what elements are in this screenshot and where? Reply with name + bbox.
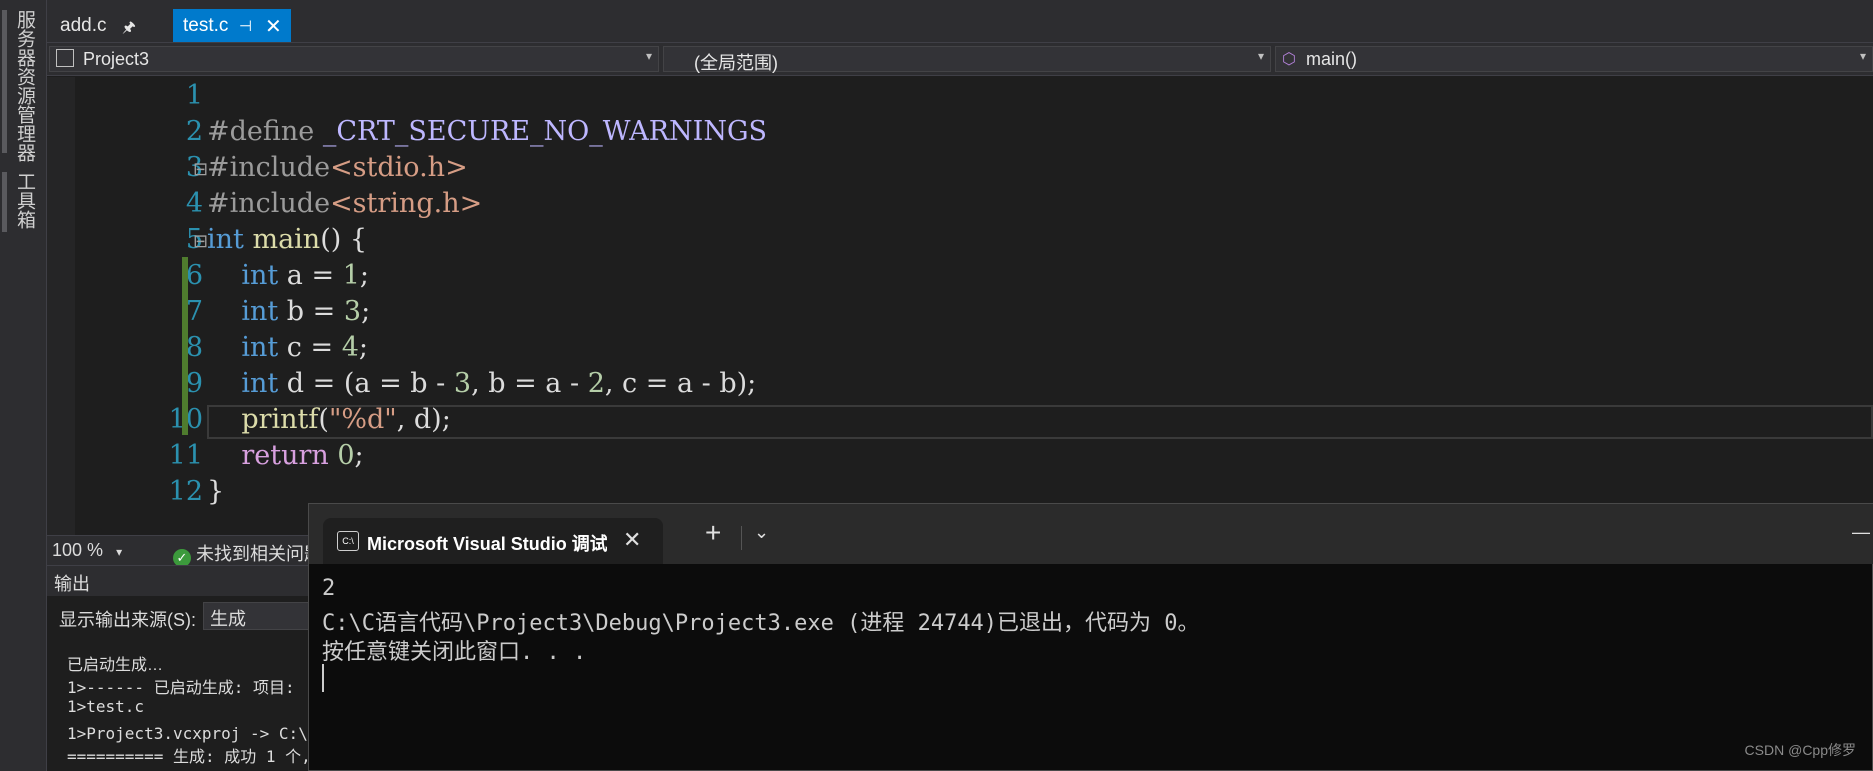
chevron-down-icon: ▾ [116,545,123,559]
console-tab[interactable]: C:\ Microsoft Visual Studio 调试控 ✕ [323,518,663,564]
output-line: 1>------ 已启动生成: 项目: [67,678,295,697]
document-tab-bar: add.c 🖈 test.c ⊣ ✕ [47,0,1873,42]
issues-status[interactable]: ✓ 未找到相关问题 [173,540,322,567]
line-number: 2 [185,116,203,147]
chevron-down-icon: ▾ [1257,49,1264,63]
terminal-icon: C:\ [337,531,359,551]
code-line-9: int d = (a = b - 3, b = a - 2, c = a - b… [241,368,757,399]
project-name: Project3 [83,49,150,69]
code-line-10: printf("%d", d); [241,404,451,435]
line-number: 8 [185,332,203,363]
output-title: 输出 [54,574,90,594]
code-line-5: int main() { [207,224,368,255]
new-tab-button[interactable]: + [705,517,721,549]
output-line: 1>test.c [67,697,145,716]
console-output-line: 按任意键关闭此窗口. . . [322,640,587,665]
current-line-highlight [207,405,1873,439]
toolbox-tab[interactable]: 工具箱 [12,172,38,229]
zoom-dropdown[interactable]: 100 % ▾ [52,540,122,561]
close-icon[interactable]: ✕ [623,527,641,553]
line-number: 7 [185,296,203,327]
tab-label: test.c [183,15,229,36]
tab-divider [741,526,742,550]
chevron-down-icon: ▾ [1859,49,1866,63]
output-line: ========== 生成: 成功 1 个, [67,747,311,766]
code-editor[interactable]: 1 2 3 4 5 6 7 8 9 10 11 12 ⊟ ⊟ #define _… [47,77,1873,535]
issues-text: 未找到相关问题 [196,544,323,564]
left-tool-strip: 服务器资源管理器 工具箱 [0,0,47,771]
change-indicator [182,257,188,435]
chevron-down-icon: ▾ [645,49,652,63]
line-number: 10 [107,404,203,435]
member-value: main() [1306,49,1358,69]
line-number: 3 [185,152,203,183]
console-cursor [322,664,324,692]
tab-add-c[interactable]: add.c 🖈 [50,9,170,42]
editor-margin [47,77,75,535]
scope-dropdown[interactable]: (全局范围) ▾ [663,46,1271,73]
server-explorer-indicator [2,10,7,153]
output-source-label: 显示输出来源(S): [59,610,196,630]
output-line: 1>Project3.vcxproj -> C:\C语 [67,724,334,743]
line-number: 4 [185,188,203,219]
navigation-bar: Project3 ▾ (全局范围) ▾ ⬡ main() ▾ [47,42,1873,76]
console-output-line: C:\C语言代码\Project3\Debug\Project3.exe (进程… [322,611,1200,636]
line-number: 12 [168,476,203,507]
line-number: 5 [185,224,203,255]
pin-icon[interactable]: ⊣ [239,17,252,35]
minimize-icon[interactable]: — [1852,522,1870,543]
code-line-2: #define _CRT_SECURE_NO_WARNINGS [207,116,768,147]
code-line-6: int a = 1; [241,260,369,291]
fold-icon[interactable]: ⊟ [193,159,208,180]
tab-test-c[interactable]: test.c ⊣ ✕ [173,9,291,42]
output-source-dropdown[interactable]: 生成 [203,602,313,630]
debug-console-window[interactable]: C:\ Microsoft Visual Studio 调试控 ✕ + ⌄ — … [308,503,1873,771]
chevron-down-icon[interactable]: ⌄ [754,522,769,543]
code-line-12: } [207,476,225,507]
line-number: 6 [185,260,203,291]
scope-value: (全局范围) [694,53,778,73]
code-line-4: #include<string.h> [207,188,483,219]
project-icon [56,49,74,67]
code-line-3: #include<stdio.h> [207,152,468,183]
console-output-line: 2 [322,576,336,601]
output-line: 已启动生成… [67,657,164,674]
code-line-7: int b = 3; [241,296,371,327]
line-number: 1 [185,80,203,111]
fold-icon[interactable]: ⊟ [193,231,208,252]
server-explorer-tab[interactable]: 服务器资源管理器 [12,10,38,162]
console-tab-title: Microsoft Visual Studio 调试控 [367,534,607,554]
watermark: CSDN @Cpp修罗 [1744,742,1856,758]
code-line-8: int c = 4; [241,332,369,363]
member-dropdown[interactable]: ⬡ main() ▾ [1275,46,1873,72]
project-dropdown[interactable]: Project3 ▾ [49,46,659,72]
code-line-11: return 0; [241,440,364,471]
console-tab-bar: C:\ Microsoft Visual Studio 调试控 ✕ + ⌄ — [309,504,1873,564]
toolbox-indicator [2,172,7,232]
close-icon[interactable]: ✕ [265,14,282,39]
pin-icon[interactable]: 🖈 [122,17,136,42]
function-icon: ⬡ [1282,51,1296,68]
line-number: 9 [185,368,203,399]
line-number: 11 [168,440,203,471]
tab-label: add.c [60,15,107,36]
